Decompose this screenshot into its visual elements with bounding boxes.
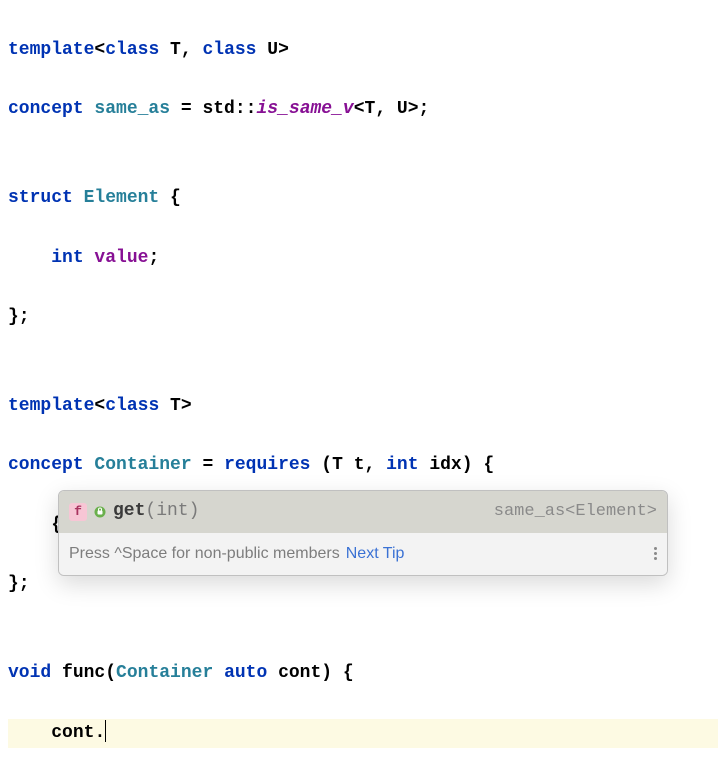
visibility-icon bbox=[93, 505, 107, 519]
code-line: template<class T> bbox=[8, 392, 718, 422]
keyword-int: int bbox=[386, 455, 418, 475]
concept-name: same_as bbox=[84, 99, 181, 119]
keyword-int: int bbox=[51, 248, 83, 268]
code-line: int value; bbox=[8, 244, 718, 274]
code-line: concept same_as = std::is_same_v<T, U>; bbox=[8, 95, 718, 125]
completion-footer: Press ^Space for non-public members Next… bbox=[59, 533, 667, 575]
keyword-class: class bbox=[202, 40, 256, 60]
trait-name: is_same_v bbox=[256, 99, 353, 119]
struct-name: Element bbox=[73, 188, 170, 208]
member-name: value bbox=[84, 248, 149, 268]
next-tip-link[interactable]: Next Tip bbox=[346, 541, 405, 567]
keyword-void: void bbox=[8, 663, 51, 683]
concept-ref: Container bbox=[116, 663, 213, 683]
code-editor[interactable]: template<class T, class U> concept same_… bbox=[8, 6, 718, 778]
keyword-class: class bbox=[105, 396, 159, 416]
more-icon[interactable] bbox=[654, 547, 657, 560]
code-line: void func(Container auto cont) { bbox=[8, 659, 718, 689]
keyword-auto: auto bbox=[213, 663, 278, 683]
code-line: concept Container = requires (T t, int i… bbox=[8, 451, 718, 481]
keyword-class: class bbox=[105, 40, 159, 60]
keyword-template: template bbox=[8, 396, 94, 416]
function-name: func bbox=[51, 663, 105, 683]
code-line: }; bbox=[8, 303, 718, 333]
keyword-struct: struct bbox=[8, 188, 73, 208]
completion-popup: f get(int) same_as<Element> Press ^Space… bbox=[58, 490, 668, 576]
keyword-concept: concept bbox=[8, 455, 84, 475]
completion-return-type: same_as<Element> bbox=[494, 498, 657, 526]
completion-item[interactable]: f get(int) same_as<Element> bbox=[59, 491, 667, 533]
keyword-concept: concept bbox=[8, 99, 84, 119]
keyword-template: template bbox=[8, 40, 94, 60]
code-line: template<class T, class U> bbox=[8, 36, 718, 66]
code-line: struct Element { bbox=[8, 184, 718, 214]
completion-label: get(int) bbox=[113, 497, 199, 527]
concept-name: Container bbox=[84, 455, 203, 475]
function-icon: f bbox=[69, 503, 87, 521]
text-caret bbox=[105, 720, 106, 742]
completion-hint: Press ^Space for non-public members bbox=[69, 541, 340, 567]
code-line-current: cont. bbox=[8, 719, 718, 749]
keyword-requires: requires bbox=[213, 455, 321, 475]
